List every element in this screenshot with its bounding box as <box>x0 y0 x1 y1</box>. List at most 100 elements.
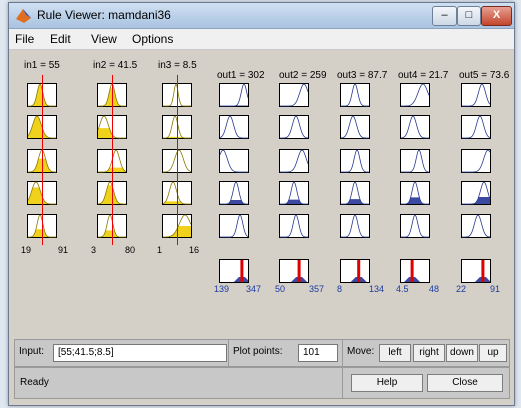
input-label-in3: in3 = 8.5 <box>158 60 197 71</box>
membership-curve <box>341 83 369 107</box>
plot-points-label: Plot points: <box>233 346 283 357</box>
defuzzified-value-marker <box>297 260 301 282</box>
output-mf-plot <box>400 214 430 238</box>
output-label-out4: out4 = 21.7 <box>398 70 449 81</box>
maximize-button[interactable]: □ <box>457 6 481 26</box>
membership-curve <box>462 214 491 238</box>
input-label: Input: <box>19 346 45 357</box>
out1-range-min: 139 <box>214 284 230 294</box>
input-vector-field[interactable]: [55;41.5;8.5] <box>53 344 227 362</box>
out3-range-max: 134 <box>369 284 385 294</box>
output-mf-plot <box>461 181 491 205</box>
output-mf-plot <box>279 115 309 139</box>
move-down-button[interactable]: down <box>446 344 478 362</box>
menu-view[interactable]: View <box>91 32 117 46</box>
in2-range-max: 80 <box>125 245 136 255</box>
membership-curve <box>401 83 430 107</box>
membership-curve <box>219 115 248 139</box>
out5-range-max: 91 <box>490 284 501 294</box>
output-mf-plot <box>400 83 430 107</box>
move-up-button[interactable]: up <box>479 344 507 362</box>
membership-curve <box>340 115 369 139</box>
move-left-button[interactable]: left <box>379 344 411 362</box>
input-label-in1: in1 = 55 <box>24 60 60 71</box>
output-mf-plot <box>340 83 370 107</box>
aggregate-output-plot <box>340 259 370 283</box>
output-label-out2: out2 = 259 <box>279 70 327 81</box>
out1-range-max: 347 <box>246 284 262 294</box>
output-mf-plot <box>400 181 430 205</box>
in1-range-min: 19 <box>21 245 32 255</box>
output-mf-plot <box>219 115 249 139</box>
menu-bar: File Edit View Options <box>9 29 514 50</box>
defuzzified-value-marker <box>410 260 414 282</box>
menu-edit[interactable]: Edit <box>50 32 71 46</box>
status-panel: Ready <box>14 367 343 399</box>
help-button[interactable]: Help <box>351 374 423 392</box>
out3-range-min: 8 <box>337 284 343 294</box>
membership-curve <box>220 83 249 107</box>
membership-curve <box>280 214 308 238</box>
rule-viewer-window: Rule Viewer: mamdani36 – □ X File Edit V… <box>8 2 515 406</box>
output-mf-plot <box>340 149 370 173</box>
defuzzified-value-marker <box>357 260 361 282</box>
in3-range-max: 16 <box>189 245 200 255</box>
output-mf-plot <box>461 149 491 173</box>
membership-curve <box>280 115 309 139</box>
output-mf-plot <box>400 149 430 173</box>
output-mf-plot <box>279 149 309 173</box>
plot-points-field[interactable]: 101 <box>298 344 338 362</box>
close-window-button[interactable]: X <box>481 6 512 26</box>
in3-range-min: 1 <box>157 245 163 255</box>
menu-file[interactable]: File <box>15 32 34 46</box>
out4-range-min: 4.5 <box>396 284 409 294</box>
membership-curve <box>400 115 429 139</box>
membership-curve <box>341 149 369 173</box>
plot-points-panel: Plot points: 101 <box>228 339 343 367</box>
activation-fill <box>220 200 248 204</box>
output-label-out5: out5 = 73.6 <box>459 70 510 81</box>
output-mf-plot <box>279 83 309 107</box>
activation-fill <box>401 197 429 204</box>
aggregate-output-plot <box>219 259 249 283</box>
minimize-icon: – <box>441 9 448 21</box>
move-label: Move: <box>347 346 375 357</box>
activation-fill <box>220 105 248 106</box>
in2-range-min: 3 <box>91 245 97 255</box>
matlab-icon <box>16 9 31 23</box>
output-mf-plot <box>340 181 370 205</box>
input-panel: Input: [55;41.5;8.5] <box>14 339 230 367</box>
input-label-in2: in2 = 41.5 <box>93 60 138 71</box>
membership-curve <box>462 115 491 139</box>
defuzzified-value-marker <box>240 260 244 282</box>
membership-curve <box>462 149 491 173</box>
maximize-icon: □ <box>465 9 473 21</box>
output-mf-plot <box>279 214 309 238</box>
output-mf-plot <box>219 149 249 173</box>
out4-range-max: 48 <box>429 284 440 294</box>
output-mf-plot <box>461 115 491 139</box>
close-button[interactable]: Close <box>427 374 503 392</box>
move-right-button[interactable]: right <box>413 344 445 362</box>
output-mf-plot <box>461 214 491 238</box>
input-value-indicator[interactable] <box>112 75 113 245</box>
title-bar: Rule Viewer: mamdani36 – □ X <box>9 3 514 29</box>
membership-curve <box>280 83 309 107</box>
window-title: Rule Viewer: mamdani36 <box>37 8 171 22</box>
out2-range-max: 357 <box>309 284 325 294</box>
membership-curve <box>462 83 491 107</box>
output-mf-plot <box>400 115 430 139</box>
aggregate-output-plot <box>400 259 430 283</box>
membership-curve <box>219 149 248 173</box>
output-mf-plot <box>461 83 491 107</box>
aggregate-output-plot <box>279 259 309 283</box>
move-panel: Move: left right down up <box>342 339 510 367</box>
defuzzified-value-marker <box>481 260 485 282</box>
membership-curve <box>280 149 309 173</box>
input-value-indicator[interactable] <box>42 75 43 245</box>
status-text: Ready <box>20 377 49 388</box>
menu-options[interactable]: Options <box>132 32 173 46</box>
in1-range-max: 91 <box>58 245 69 255</box>
minimize-button[interactable]: – <box>432 6 457 26</box>
input-value-indicator[interactable] <box>177 75 178 245</box>
